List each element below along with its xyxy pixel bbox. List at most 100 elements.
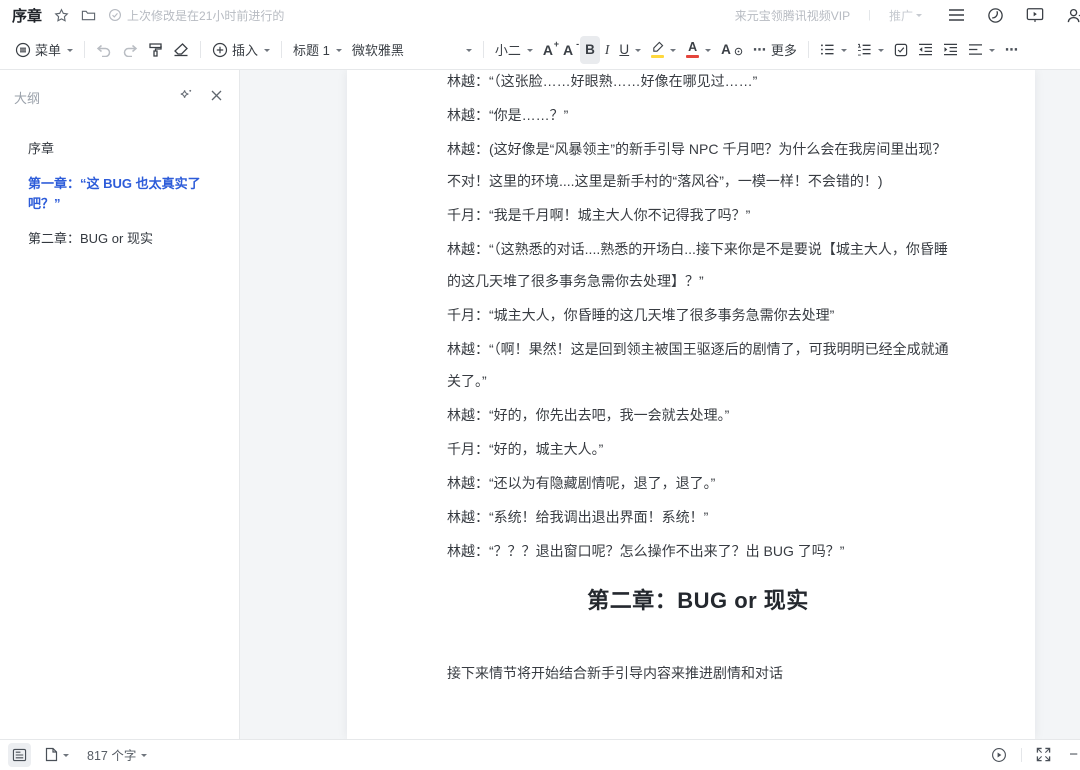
chevron-down-icon bbox=[264, 49, 270, 55]
font-color-swatch bbox=[686, 55, 699, 58]
outline-title: 大纲 bbox=[14, 88, 40, 107]
present-icon[interactable] bbox=[1026, 7, 1044, 23]
outline-item-chapter-2[interactable]: 第二章：BUG or 现实 bbox=[0, 226, 239, 252]
folder-icon[interactable] bbox=[81, 8, 96, 23]
font-size-select[interactable]: 小二 bbox=[490, 36, 538, 64]
doc-paragraph[interactable]: 林越：“（这张脸……好眼熟……好像在哪见过……” bbox=[447, 70, 949, 97]
chevron-down-icon bbox=[336, 49, 342, 55]
checklist-button[interactable] bbox=[889, 36, 913, 64]
chapter-2-heading[interactable]: 第二章：BUG or 现实 bbox=[447, 583, 949, 615]
status-bar: 817 个字 − bbox=[0, 739, 1080, 769]
toolbar-divider bbox=[808, 41, 809, 58]
format-painter-icon bbox=[148, 42, 163, 58]
doc-paragraph[interactable]: 千月：“好的，城主大人。” bbox=[447, 433, 949, 465]
redo-icon bbox=[122, 43, 138, 57]
align-left-icon bbox=[968, 43, 983, 56]
highlight-button[interactable] bbox=[646, 36, 681, 64]
check-circle-icon bbox=[108, 8, 122, 22]
font-color-button[interactable]: A bbox=[681, 36, 716, 64]
chevron-down-icon bbox=[916, 14, 922, 20]
doc-paragraph[interactable]: 林越：“还以为有隐藏剧情呢，退了，退了。” bbox=[447, 467, 949, 499]
fullscreen-button[interactable] bbox=[1032, 743, 1055, 767]
workspace: 大纲 序章 第一章：“这 BUG 也太真实了吧？” 第二章：BUG or 现实 … bbox=[0, 70, 1080, 739]
decrease-font-button[interactable]: A- bbox=[558, 36, 578, 64]
star-icon[interactable] bbox=[54, 8, 69, 23]
zoom-out-button[interactable]: − bbox=[1065, 743, 1080, 767]
fullscreen-icon bbox=[1036, 747, 1051, 762]
bold-button[interactable]: B bbox=[580, 36, 600, 64]
play-circle-icon bbox=[991, 747, 1007, 763]
toolbar-overflow-button[interactable]: ⋯ bbox=[1000, 36, 1024, 64]
font-family-select[interactable]: 微软雅黑 bbox=[347, 36, 477, 64]
toolbar-divider bbox=[200, 41, 201, 58]
doc-paragraph[interactable]: 林越：(这好像是“风暴领主”的新手引导 NPC 千月吧？为什么会在我房间里出现？… bbox=[447, 133, 949, 197]
doc-paragraph[interactable]: 林越：“好的，你先出去吧，我一会就去处理。” bbox=[447, 399, 949, 431]
theme-circle-icon[interactable] bbox=[987, 7, 1004, 24]
outline-item-prologue[interactable]: 序章 bbox=[0, 136, 239, 162]
highlighter-icon bbox=[651, 41, 664, 53]
eraser-icon bbox=[173, 42, 189, 57]
doc-paragraph[interactable]: 千月：“城主大人，你昏睡的这几天堆了很多事务急需你去处理” bbox=[447, 299, 949, 331]
doc-paragraph[interactable]: 接下来情节将开始结合新手引导内容来推进剧情和对话 bbox=[447, 657, 949, 689]
checkbox-icon bbox=[894, 43, 908, 57]
insert-button[interactable]: 插入 bbox=[207, 36, 275, 64]
highlight-color-swatch bbox=[651, 55, 664, 58]
document-page[interactable]: 林越：“（这张脸……好眼熟……好像在哪见过……” 林越：“你是……？” 林越：(… bbox=[347, 70, 1035, 739]
bullet-list-button[interactable] bbox=[815, 36, 852, 64]
text-effects-button[interactable]: A bbox=[716, 36, 748, 64]
increase-indent-button[interactable] bbox=[938, 36, 963, 64]
outline-panel: 大纲 序章 第一章：“这 BUG 也太真实了吧？” 第二章：BUG or 现实 bbox=[0, 70, 240, 739]
promo-tag[interactable]: 推广 bbox=[889, 7, 922, 24]
format-painter-button[interactable] bbox=[143, 36, 168, 64]
doc-paragraph[interactable]: 林越：“（啊！果然！这是回到领主被国王驱逐后的剧情了，可我明明已经全成就通关了。… bbox=[447, 333, 949, 397]
chevron-down-icon bbox=[527, 49, 533, 55]
chevron-down-icon bbox=[67, 49, 73, 55]
increase-font-button[interactable]: A+ bbox=[538, 36, 558, 64]
alignment-button[interactable] bbox=[963, 36, 1000, 64]
chevron-down-icon bbox=[635, 49, 641, 55]
add-collaborator-icon[interactable] bbox=[1066, 7, 1080, 24]
indent-icon bbox=[943, 43, 958, 56]
vip-promo-link[interactable]: 来元宝领腾讯视频VIP bbox=[735, 7, 850, 24]
outline-panel-icon bbox=[12, 748, 27, 762]
toolbar-divider bbox=[281, 41, 282, 58]
chevron-down-icon bbox=[705, 49, 711, 55]
bullet-list-icon bbox=[820, 43, 835, 56]
menu-button[interactable]: 菜单 bbox=[10, 36, 78, 64]
ai-sparkle-icon[interactable] bbox=[178, 87, 194, 108]
paragraph-style-select[interactable]: 标题 1 bbox=[288, 36, 347, 64]
menu-lines-icon[interactable] bbox=[948, 8, 965, 22]
toolbar-divider bbox=[483, 41, 484, 58]
italic-button[interactable]: I bbox=[600, 36, 615, 64]
underline-button[interactable]: U bbox=[614, 36, 646, 64]
numbered-list-icon bbox=[857, 43, 872, 56]
present-play-button[interactable] bbox=[987, 743, 1011, 767]
document-content[interactable]: 林越：“（这张脸……好眼熟……好像在哪见过……” 林越：“你是……？” 林越：(… bbox=[347, 70, 1035, 689]
last-modified-text: 上次修改是在21小时前进行的 bbox=[127, 7, 284, 24]
doc-paragraph[interactable]: 林越：“（这熟悉的对话....熟悉的开场白...接下来你是不是要说【城主大人，你… bbox=[447, 233, 949, 297]
toggle-outline-button[interactable] bbox=[8, 743, 31, 767]
clear-format-button[interactable] bbox=[168, 36, 194, 64]
chevron-down-icon bbox=[841, 49, 847, 55]
promo-divider: | bbox=[868, 9, 871, 21]
doc-paragraph[interactable]: 林越：“你是……？” bbox=[447, 99, 949, 131]
numbered-list-button[interactable] bbox=[852, 36, 889, 64]
redo-button[interactable] bbox=[117, 36, 143, 64]
more-formats-button[interactable]: ⋯ 更多 bbox=[748, 36, 802, 64]
close-outline-icon[interactable] bbox=[210, 89, 223, 107]
format-toolbar: 菜单 插入 标题 1 微软雅黑 小二 A+ A- B I U bbox=[0, 30, 1080, 70]
outline-item-chapter-1[interactable]: 第一章：“这 BUG 也太真实了吧？” bbox=[0, 171, 239, 217]
save-status: 上次修改是在21小时前进行的 bbox=[108, 7, 284, 24]
decrease-indent-button[interactable] bbox=[913, 36, 938, 64]
doc-paragraph[interactable]: 千月：“我是千月啊！城主大人你不记得我了吗？” bbox=[447, 199, 949, 231]
word-count-button[interactable]: 817 个字 bbox=[83, 743, 151, 767]
chevron-down-icon bbox=[63, 754, 69, 760]
undo-button[interactable] bbox=[91, 36, 117, 64]
doc-paragraph[interactable]: 林越：“？？？退出窗口呢？怎么操作不出来了？出 BUG 了吗？” bbox=[447, 535, 949, 567]
page-mode-button[interactable] bbox=[41, 743, 73, 767]
doc-paragraph[interactable]: 林越：“系统！给我调出退出界面！系统！” bbox=[447, 501, 949, 533]
undo-icon bbox=[96, 43, 112, 57]
outdent-icon bbox=[918, 43, 933, 56]
plus-circle-icon bbox=[212, 42, 228, 58]
toolbar-divider bbox=[84, 41, 85, 58]
